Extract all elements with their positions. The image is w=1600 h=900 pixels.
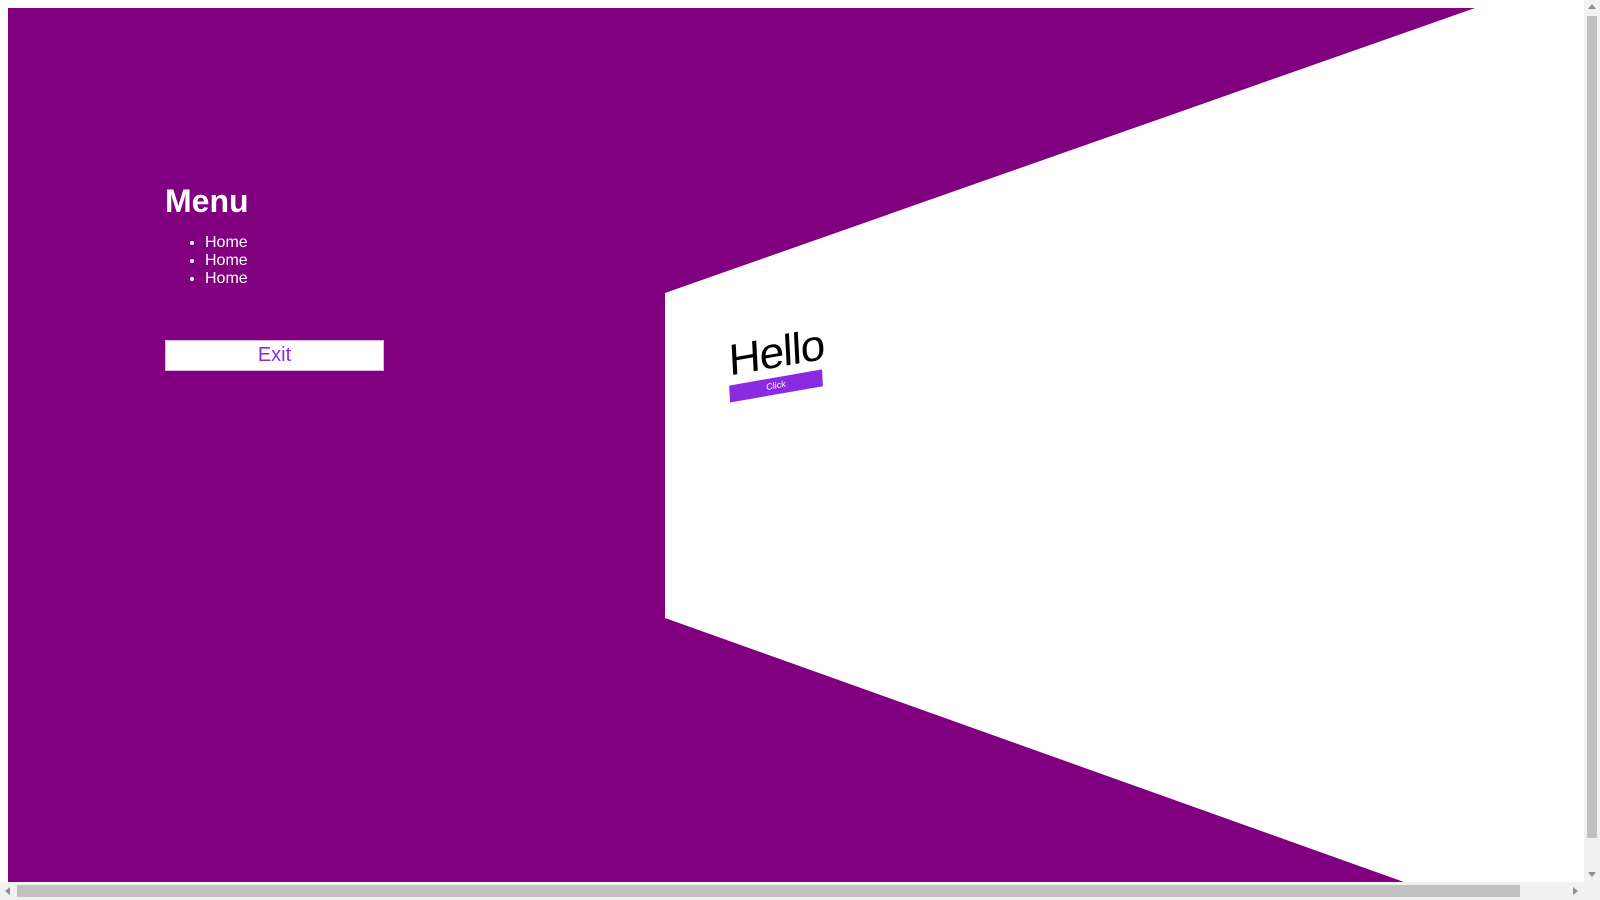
menu-title: Menu	[165, 183, 249, 219]
horizontal-scroll-thumb[interactable]	[17, 885, 1520, 897]
scroll-down-arrow-icon[interactable]	[1588, 872, 1596, 877]
menu-item-home-2[interactable]: Home	[205, 252, 395, 270]
vertical-scroll-thumb[interactable]	[1587, 16, 1597, 838]
scrollbar-corner	[1584, 882, 1600, 900]
horizontal-scrollbar[interactable]	[0, 882, 1584, 900]
scroll-left-arrow-icon[interactable]	[5, 887, 10, 895]
menu-item-home-3[interactable]: Home	[205, 270, 395, 288]
exit-button[interactable]: Exit	[165, 340, 384, 371]
menu-item-home-1[interactable]: Home	[205, 234, 395, 252]
scroll-right-arrow-icon[interactable]	[1573, 887, 1578, 895]
page-viewport: Menu Home Home Home Exit Hello Click	[8, 8, 1583, 882]
side-menu: Menu Home Home Home Exit	[165, 182, 395, 371]
vertical-scrollbar[interactable]	[1584, 0, 1600, 882]
menu-list: Home Home Home	[165, 234, 395, 288]
scroll-up-arrow-icon[interactable]	[1588, 4, 1596, 9]
